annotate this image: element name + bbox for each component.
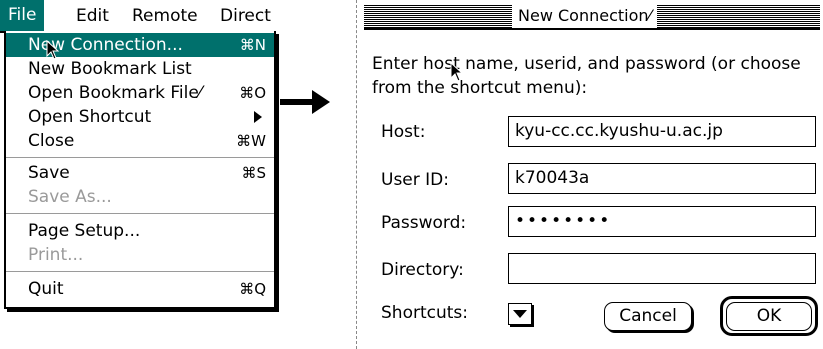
menu-edit[interactable]: Edit bbox=[76, 6, 109, 26]
password-field[interactable]: •••••••• bbox=[508, 206, 816, 237]
dialog-title: New Connection⁄ bbox=[512, 4, 658, 28]
shortcuts-popup-menu[interactable] bbox=[508, 303, 532, 325]
menu-item-label: Close bbox=[28, 131, 75, 151]
menu-item-shortcut: ⌘S bbox=[241, 164, 266, 182]
menu-item-close[interactable]: Close ⌘W bbox=[6, 129, 274, 153]
chevron-down-icon bbox=[513, 310, 527, 318]
host-field[interactable]: kyu-cc.cc.kyushu-u.ac.jp bbox=[508, 116, 816, 147]
menu-remote[interactable]: Remote bbox=[132, 6, 198, 26]
ok-button[interactable]: OK bbox=[726, 302, 812, 331]
menu-item-label: Quit bbox=[28, 279, 64, 299]
menu-file[interactable]: File bbox=[0, 0, 45, 31]
menu-item-save-as: Save As... bbox=[6, 185, 274, 209]
menu-item-open-shortcut[interactable]: Open Shortcut bbox=[6, 105, 274, 129]
user-id-field[interactable]: k70043a bbox=[508, 163, 816, 194]
cancel-button[interactable]: Cancel bbox=[604, 302, 692, 331]
dialog-prompt: Enter host name, userid, and password (o… bbox=[372, 54, 801, 98]
directory-label: Directory: bbox=[381, 260, 464, 280]
menu-item-label: Print... bbox=[28, 245, 84, 265]
menu-item-quit[interactable]: Quit ⌘Q bbox=[6, 277, 274, 301]
password-label: Password: bbox=[381, 213, 467, 233]
menu-item-label: Page Setup... bbox=[28, 221, 141, 241]
submenu-arrow-icon bbox=[254, 111, 262, 123]
menu-item-shortcut: ⌘W bbox=[236, 132, 266, 150]
menu-item-label: New Bookmark List bbox=[28, 59, 192, 79]
dialog-title-bar[interactable]: New Connection⁄ bbox=[364, 4, 820, 30]
user-id-label: User ID: bbox=[381, 170, 449, 190]
menu-item-save[interactable]: Save ⌘S bbox=[6, 161, 274, 185]
shortcuts-label: Shortcuts: bbox=[381, 303, 468, 323]
mouse-pointer-icon bbox=[450, 62, 464, 82]
menu-bar: File Edit Remote Direct bbox=[0, 0, 276, 33]
host-label: Host: bbox=[381, 122, 426, 142]
divider bbox=[356, 0, 357, 349]
mouse-pointer-icon bbox=[46, 40, 60, 60]
menu-item-label: Open Shortcut bbox=[28, 107, 152, 127]
menu-item-page-setup[interactable]: Page Setup... bbox=[6, 219, 274, 243]
right-arrow-icon bbox=[280, 90, 330, 114]
menu-separator bbox=[6, 213, 274, 214]
menu-item-label: Save As... bbox=[28, 187, 112, 207]
menu-item-label: Save bbox=[28, 163, 70, 183]
menu-item-shortcut: ⌘O bbox=[239, 84, 266, 102]
menu-item-label: Open Bookmark File⁄ bbox=[28, 83, 202, 103]
menu-directory[interactable]: Direct bbox=[220, 6, 271, 26]
menu-item-shortcut: ⌘Q bbox=[239, 280, 266, 298]
menu-separator bbox=[6, 157, 274, 158]
directory-field[interactable] bbox=[508, 253, 816, 284]
menu-item-new-bookmark-list[interactable]: New Bookmark List bbox=[6, 57, 274, 81]
menu-item-open-bookmark-file[interactable]: Open Bookmark File⁄ ⌘O bbox=[6, 81, 274, 105]
file-menu-dropdown: New Connection... ⌘N New Bookmark List O… bbox=[4, 31, 276, 309]
menu-item-print: Print... bbox=[6, 243, 274, 267]
menu-item-shortcut: ⌘N bbox=[239, 36, 266, 54]
menu-separator bbox=[6, 271, 274, 272]
